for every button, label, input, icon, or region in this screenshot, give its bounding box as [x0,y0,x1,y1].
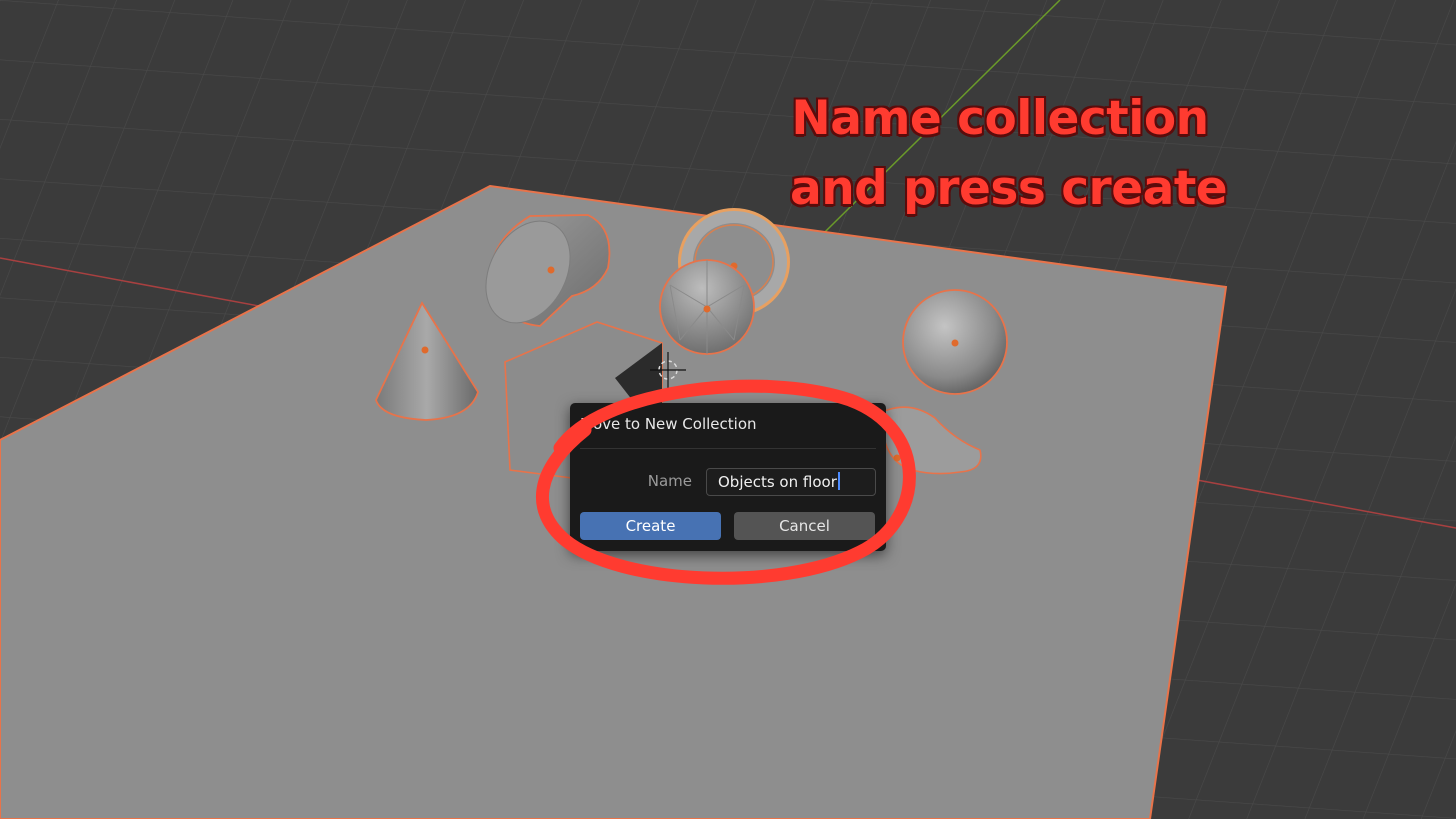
create-button[interactable]: Create [580,512,721,540]
annotation-line-2: and press create [790,161,1228,216]
dialog-title: Move to New Collection [580,415,757,433]
name-label: Name [647,472,692,490]
cancel-button-label: Cancel [779,517,830,535]
cancel-button[interactable]: Cancel [734,512,875,540]
icosphere-object[interactable] [659,259,755,355]
collection-name-value: Objects on floor [718,473,837,491]
text-caret [837,472,840,490]
move-to-new-collection-dialog: Move to New Collection Name Objects on f… [570,403,886,551]
create-button-label: Create [625,517,676,535]
uv-sphere-object[interactable] [902,289,1008,395]
annotation-line-1: Name collection [791,91,1209,146]
annotation-text: Name collection and press create [790,84,1228,224]
collection-name-input[interactable]: Objects on floor [706,468,876,496]
dialog-separator [580,448,876,449]
